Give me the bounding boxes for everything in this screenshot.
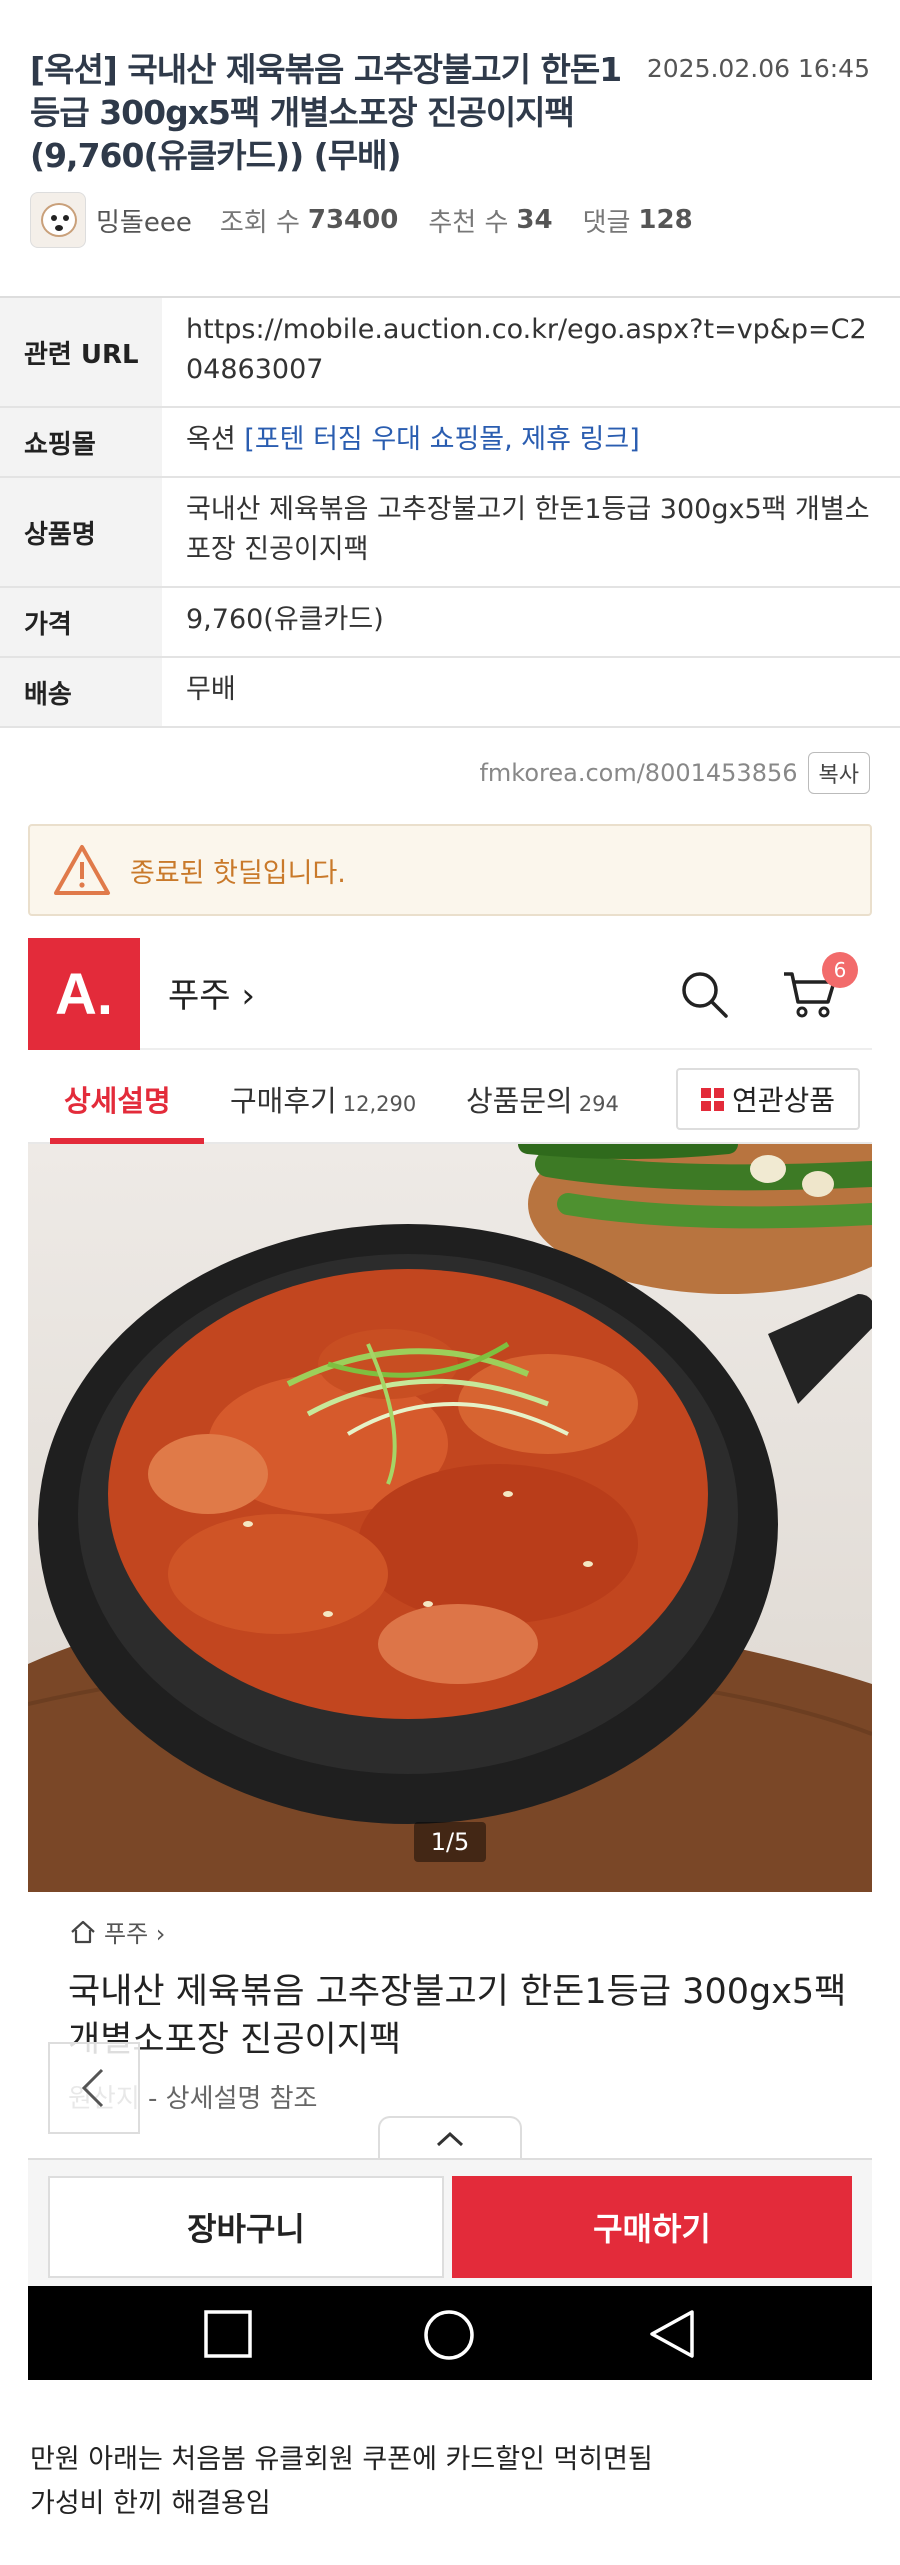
deal-info-table: 관련 URL https://mobile.auction.co.kr/ego.… [0,296,900,728]
purchase-bar: 장바구니 구매하기 [28,2158,872,2286]
store-name[interactable]: 푸주 › [168,968,255,1017]
chevron-left-icon [81,2068,104,2108]
info-val-shipping: 무배 [186,674,236,705]
auction-logo[interactable]: A. [28,938,140,1050]
deal-ended-notice: 종료된 핫딜입니다. [28,824,872,916]
tab-reviews-label: 구매후기 [230,1084,337,1118]
author-name[interactable]: 밍돌eee [96,202,192,239]
search-icon[interactable] [678,968,732,1022]
permalink: fmkorea.com/8001453856 복사 [479,752,870,794]
related-products-label: 연관상품 [731,1084,836,1117]
info-key-price: 가격 [0,588,162,656]
info-row-url: 관련 URL https://mobile.auction.co.kr/ego.… [0,298,900,408]
buy-now-button[interactable]: 구매하기 [452,2176,852,2278]
related-products-button[interactable]: 연관상품 [676,1068,860,1130]
comments-count: 128 [638,205,693,235]
info-key-url: 관련 URL [0,298,162,406]
back-button[interactable] [48,2042,140,2134]
back-triangle-icon[interactable] [646,2308,698,2364]
breadcrumb-store: 푸주 › [104,1920,166,1948]
views-label: 조회 수 [219,207,300,238]
post-title[interactable]: [옥션] 국내산 제육볶음 고추장불고기 한돈1등급 300gx5팩 개별소포장… [30,48,630,177]
app-header: A. 푸주 › 6 [28,938,872,1050]
expand-tab[interactable] [378,2116,522,2160]
chevron-up-icon [436,2131,464,2147]
tab-qna[interactable]: 상품문의 294 [466,1078,619,1120]
avatar-nose [55,225,63,231]
warning-icon [54,845,110,895]
post-header: [옥션] 국내산 제육볶음 고추장불고기 한돈1등급 300gx5팩 개별소포장… [0,0,900,296]
copy-button[interactable]: 복사 [807,752,870,794]
avatar-eye-left [51,215,57,221]
likes-label: 추천 수 [428,207,509,238]
cart-badge: 6 [822,952,858,988]
info-row-shipping: 배송 무배 [0,658,900,728]
product-photo[interactable]: 1/5 [28,1144,872,1892]
avatar[interactable] [30,192,86,248]
info-key-mall: 쇼핑몰 [0,408,162,476]
post-body: 만원 아래는 처음봄 유클회원 쿠폰에 카드할인 먹히면됨 가성비 한끼 해결용… [30,2438,870,2526]
tab-qna-count: 294 [578,1092,619,1116]
android-nav-bar [28,2286,872,2380]
breadcrumb[interactable]: 푸주 › [68,1914,165,1949]
tab-detail[interactable]: 상세설명 [64,1078,171,1120]
info-row-mall: 쇼핑몰 옥션 [포텐 터짐 우대 쇼핑몰, 제휴 링크] [0,408,900,478]
post-body-line-2: 가성비 한끼 해결용임 [30,2488,271,2519]
info-val-product: 국내산 제육볶음 고추장불고기 한돈1등급 300gx5팩 개별소포장 진공이지… [186,494,870,565]
info-val-url[interactable]: https://mobile.auction.co.kr/ego.aspx?t=… [162,298,900,406]
dog-face-icon [41,203,77,237]
tab-reviews[interactable]: 구매후기 12,290 [230,1078,416,1120]
info-key-product: 상품명 [0,478,162,586]
mall-partner-link[interactable]: [포텐 터짐 우대 쇼핑몰, 제휴 링크] [244,424,639,455]
home-circle-icon[interactable] [422,2308,476,2366]
info-val-price: 9,760(유클카드) [186,604,384,635]
info-val-mall: 옥션 [포텐 터짐 우대 쇼핑몰, 제휴 링크] [162,408,900,476]
author-row: 밍돌eee 조회 수 73400 추천 수 34 댓글 128 [30,190,723,250]
info-row-product: 상품명 국내산 제육볶음 고추장불고기 한돈1등급 300gx5팩 개별소포장 … [0,478,900,588]
info-row-price: 가격 9,760(유클카드) [0,588,900,658]
grid-icon [700,1087,724,1111]
auction-app-screenshot: A. 푸주 › 6 상세설명 구매후기12,290 상품문의294 연관상품 [28,938,872,2380]
recents-icon[interactable] [202,2308,254,2364]
home-icon [71,1920,95,1943]
views-count: 73400 [307,205,399,235]
avatar-eye-right [63,215,69,221]
tab-qna-label: 상품문의 [466,1084,573,1118]
ended-text: 종료된 핫딜입니다. [130,857,346,889]
post-date: 2025.02.06 16:45 [646,54,870,83]
product-tabs: 상세설명 구매후기 12,290 상품문의 294 연관상품 [28,1050,872,1144]
tab-detail-label: 상세설명 [64,1084,171,1118]
likes-count: 34 [516,205,553,235]
comments-label: 댓글 [582,207,631,238]
photo-counter: 1/5 [414,1822,486,1862]
post-body-line-1: 만원 아래는 처음봄 유클회원 쿠폰에 카드할인 먹히면됨 [30,2444,653,2475]
product-name: 국내산 제육볶음 고추장불고기 한돈1등급 300gx5팩 개별소포장 진공이지… [68,1972,847,2060]
add-to-cart-button[interactable]: 장바구니 [48,2176,444,2278]
permalink-url[interactable]: fmkorea.com/8001453856 [479,759,797,787]
tab-reviews-count: 12,290 [342,1092,417,1116]
pork-stir-fry-image [28,1144,872,1892]
mall-name: 옥션 [186,424,236,455]
info-key-shipping: 배송 [0,658,162,726]
